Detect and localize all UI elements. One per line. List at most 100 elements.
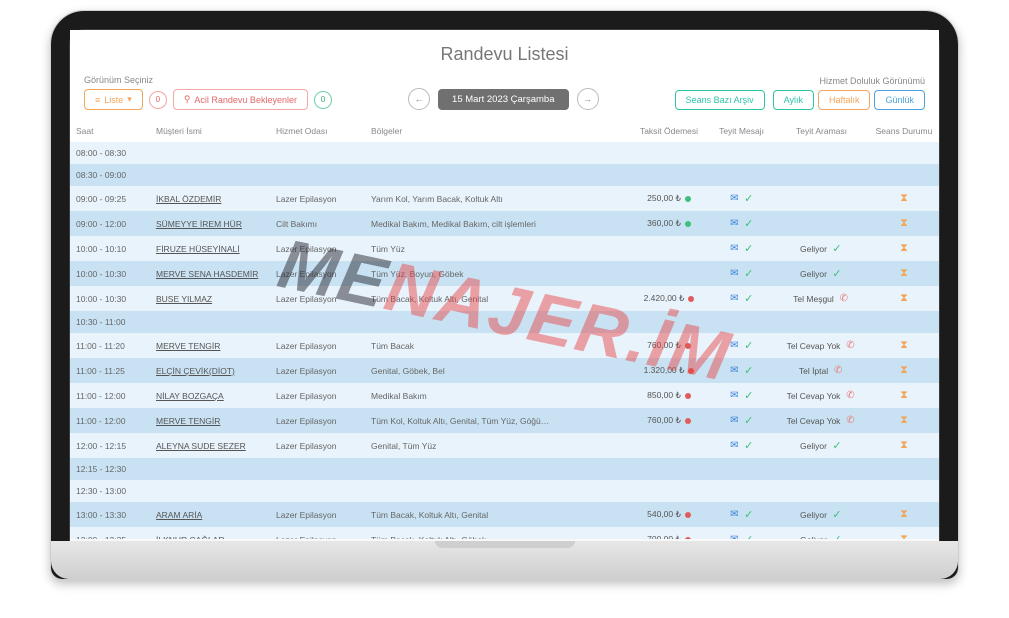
cell-customer[interactable]: BUSE YILMAZ	[150, 286, 270, 311]
col-confirm-msg[interactable]: Teyit Mesajı	[709, 120, 774, 142]
session-archive-button[interactable]: Seans Bazı Arşiv	[675, 90, 765, 110]
cell-customer[interactable]: ELÇİN ÇEVİK(DİOT)	[150, 358, 270, 383]
envelope-icon[interactable]: ✉	[728, 365, 740, 376]
cell-confirm-call	[774, 480, 869, 502]
cell-confirm-call	[774, 186, 869, 211]
table-row[interactable]: 13:00 - 13:35İLKNUR ÇAĞLARLazer Epilasyo…	[70, 527, 939, 539]
envelope-icon[interactable]: ✉	[728, 340, 740, 351]
cell-confirm-msg: ✉ ✓	[709, 333, 774, 358]
monthly-view-button[interactable]: Aylık	[773, 90, 814, 110]
cell-payment	[629, 311, 709, 333]
weekly-view-button[interactable]: Haftalık	[818, 90, 871, 110]
col-room[interactable]: Hizmet Odası	[270, 120, 365, 142]
cell-room	[270, 458, 365, 480]
table-row[interactable]: 08:30 - 09:00	[70, 164, 939, 186]
check-icon: ✓	[831, 242, 843, 255]
cell-customer[interactable]: İKBAL ÖZDEMİR	[150, 186, 270, 211]
cell-customer[interactable]: ARAM ARİA	[150, 502, 270, 527]
table-row[interactable]: 10:30 - 11:00	[70, 311, 939, 333]
table-row[interactable]: 09:00 - 09:25İKBAL ÖZDEMİRLazer Epilasyo…	[70, 186, 939, 211]
cell-customer[interactable]: SÜMEYYE İREM HÜR	[150, 211, 270, 236]
cell-time: 08:00 - 08:30	[70, 142, 150, 164]
cell-confirm-call: Geliyor ✓	[774, 527, 869, 539]
envelope-icon[interactable]: ✉	[728, 218, 740, 229]
cell-customer[interactable]: MERVE TENGİR	[150, 333, 270, 358]
table-row[interactable]: 11:00 - 12:00MERVE TENGİRLazer Epilasyon…	[70, 408, 939, 433]
col-time[interactable]: Saat	[70, 120, 150, 142]
envelope-icon[interactable]: ✉	[728, 293, 740, 304]
table-row[interactable]: 12:00 - 12:15ALEYNA SUDE SEZERLazer Epil…	[70, 433, 939, 458]
cell-time: 10:00 - 10:30	[70, 261, 150, 286]
hourglass-icon: ⧗	[898, 364, 910, 377]
urgent-waiting-button[interactable]: ⚲ Acil Randevu Bekleyenler	[173, 89, 308, 110]
cell-payment	[629, 433, 709, 458]
table-row[interactable]: 10:00 - 10:30BUSE YILMAZLazer EpilasyonT…	[70, 286, 939, 311]
col-customer[interactable]: Müşteri İsmi	[150, 120, 270, 142]
envelope-icon[interactable]: ✉	[728, 268, 740, 279]
envelope-icon[interactable]: ✉	[728, 390, 740, 401]
envelope-icon[interactable]: ✉	[728, 193, 740, 204]
cell-confirm-msg: ✉ ✓	[709, 286, 774, 311]
hourglass-icon: ⧗	[898, 508, 910, 521]
table-row[interactable]: 10:00 - 10:30MERVE SENA HASDEMİRLazer Ep…	[70, 261, 939, 286]
cell-status: ⧗	[869, 211, 939, 236]
check-icon: ✓	[743, 339, 755, 352]
cell-customer[interactable]: FİRUZE HÜSEYİNALİ	[150, 236, 270, 261]
cell-regions: Yarım Kol, Yarım Bacak, Koltuk Altı	[365, 186, 629, 211]
cell-regions: Tüm Bacak, Koltuk Altı, Genital	[365, 286, 629, 311]
hourglass-icon: ⧗	[898, 217, 910, 230]
envelope-icon[interactable]: ✉	[728, 440, 740, 451]
cell-status: ⧗	[869, 433, 939, 458]
table-row[interactable]: 12:30 - 13:00	[70, 480, 939, 502]
envelope-icon[interactable]: ✉	[728, 534, 740, 539]
daily-view-button[interactable]: Günlük	[874, 90, 925, 110]
cell-time: 11:00 - 11:20	[70, 333, 150, 358]
urgent-waiting-label: Acil Randevu Bekleyenler	[194, 95, 297, 105]
cell-status: ⧗	[869, 186, 939, 211]
cell-room: Lazer Epilasyon	[270, 433, 365, 458]
cell-status: ⧗	[869, 236, 939, 261]
table-row[interactable]: 11:00 - 11:25ELÇİN ÇEVİK(DİOT)Lazer Epil…	[70, 358, 939, 383]
hourglass-icon: ⧗	[898, 242, 910, 255]
cell-customer[interactable]: MERVE TENGİR	[150, 408, 270, 433]
table-row[interactable]: 11:00 - 12:00NİLAY BOZGAÇALazer Epilasyo…	[70, 383, 939, 408]
cell-time: 13:00 - 13:35	[70, 527, 150, 539]
cell-customer[interactable]: ALEYNA SUDE SEZER	[150, 433, 270, 458]
cell-room	[270, 164, 365, 186]
cell-time: 13:00 - 13:30	[70, 502, 150, 527]
col-status[interactable]: Seans Durumu	[869, 120, 939, 142]
table-row[interactable]: 11:00 - 11:20MERVE TENGİRLazer Epilasyon…	[70, 333, 939, 358]
envelope-icon[interactable]: ✉	[728, 415, 740, 426]
col-confirm-call[interactable]: Teyit Araması	[774, 120, 869, 142]
table-row[interactable]: 09:00 - 12:00SÜMEYYE İREM HÜRCilt Bakımı…	[70, 211, 939, 236]
envelope-icon[interactable]: ✉	[728, 509, 740, 520]
check-icon: ✓	[743, 364, 755, 377]
prev-day-button[interactable]: ←	[408, 88, 430, 110]
cell-customer[interactable]: MERVE SENA HASDEMİR	[150, 261, 270, 286]
cell-room: Lazer Epilasyon	[270, 358, 365, 383]
cell-regions	[365, 164, 629, 186]
list-view-button[interactable]: ≡ Liste ▾	[84, 89, 143, 110]
envelope-icon[interactable]: ✉	[728, 243, 740, 254]
cell-room: Lazer Epilasyon	[270, 383, 365, 408]
cell-payment	[629, 142, 709, 164]
table-row[interactable]: 13:00 - 13:30ARAM ARİALazer EpilasyonTüm…	[70, 502, 939, 527]
next-day-button[interactable]: →	[577, 88, 599, 110]
table-row[interactable]: 10:00 - 10:10FİRUZE HÜSEYİNALİLazer Epil…	[70, 236, 939, 261]
table-row[interactable]: 12:15 - 12:30	[70, 458, 939, 480]
table-row[interactable]: 08:00 - 08:30	[70, 142, 939, 164]
cell-customer[interactable]: NİLAY BOZGAÇA	[150, 383, 270, 408]
cell-status: ⧗	[869, 383, 939, 408]
cell-regions: Tüm Bacak	[365, 333, 629, 358]
cell-time: 12:15 - 12:30	[70, 458, 150, 480]
cell-customer[interactable]: İLKNUR ÇAĞLAR	[150, 527, 270, 539]
col-regions[interactable]: Bölgeler	[365, 120, 629, 142]
cell-regions: Tüm Kol, Koltuk Altı, Genital, Tüm Yüz, …	[365, 408, 629, 433]
col-payment[interactable]: Taksit Ödemesi	[629, 120, 709, 142]
check-icon: ✓	[743, 292, 755, 305]
cell-status	[869, 311, 939, 333]
phone-off-icon: ✆	[844, 340, 856, 351]
date-display[interactable]: 15 Mart 2023 Çarşamba	[438, 89, 568, 110]
occupancy-view-label: Hizmet Doluluk Görünümü	[819, 76, 925, 86]
cell-confirm-call: Tel Cevap Yok ✆	[774, 333, 869, 358]
